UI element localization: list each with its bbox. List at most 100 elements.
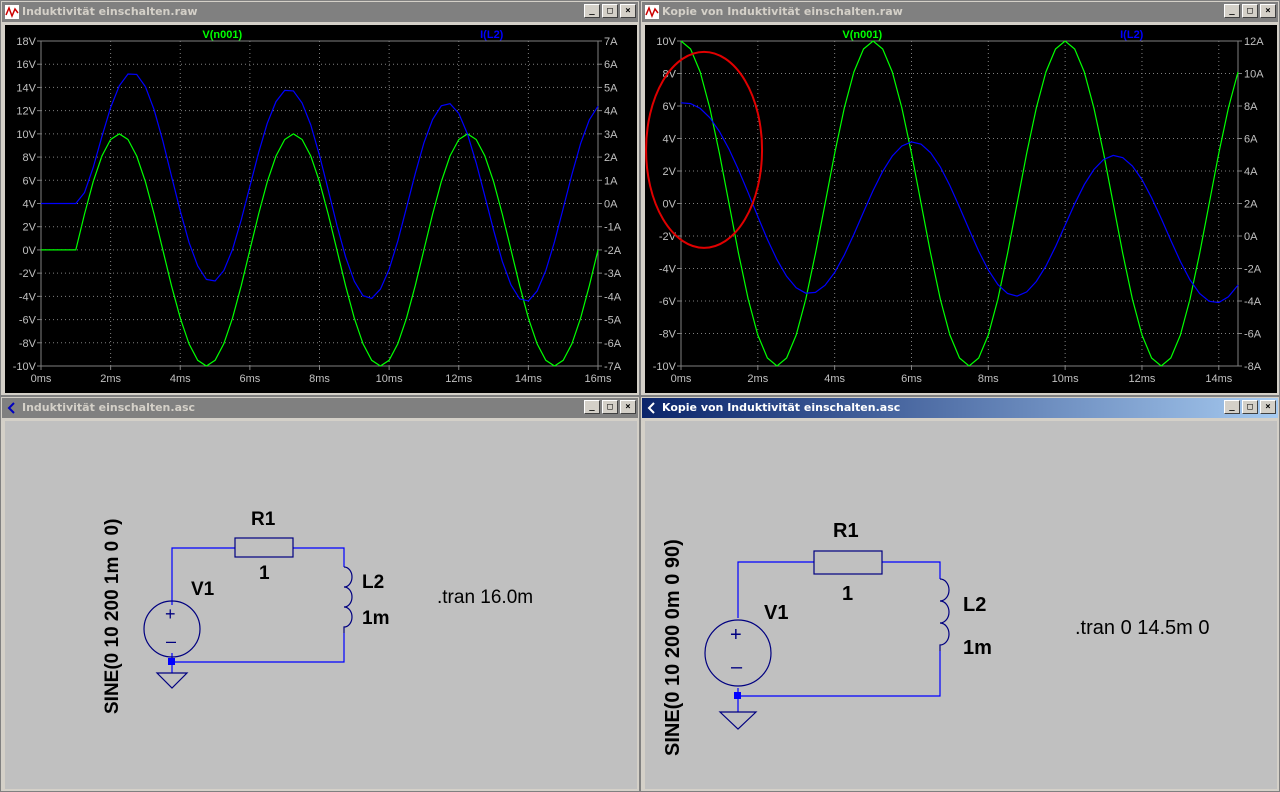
y-right-tick-label: 3A bbox=[604, 129, 618, 141]
maximize-button[interactable]: □ bbox=[1242, 4, 1258, 18]
plot-window-right[interactable]: Kopie von Induktivität einschalten.raw _… bbox=[640, 0, 1280, 396]
y-left-tick-label: 0V bbox=[663, 199, 677, 211]
window-titlebar[interactable]: Induktivität einschalten.asc _ □ × bbox=[2, 398, 638, 418]
source-name: V1 bbox=[191, 579, 215, 600]
trace-label-current[interactable]: I(L2) bbox=[480, 29, 504, 41]
plus-sign: + bbox=[730, 624, 742, 646]
x-tick-label: 2ms bbox=[747, 373, 768, 385]
minimize-button[interactable]: _ bbox=[1224, 400, 1240, 414]
y-right-tick-label: -7A bbox=[604, 361, 622, 373]
x-tick-label: 8ms bbox=[309, 373, 330, 385]
x-tick-label: 14ms bbox=[515, 373, 542, 385]
window-title: Kopie von Induktivität einschalten.asc bbox=[662, 401, 901, 414]
y-left-tick-label: 10V bbox=[16, 129, 36, 141]
maximize-button[interactable]: □ bbox=[602, 4, 618, 18]
close-button[interactable]: × bbox=[1260, 4, 1276, 18]
close-button[interactable]: × bbox=[620, 400, 636, 414]
schematic-icon bbox=[7, 402, 15, 414]
y-right-tick-label: -4A bbox=[1244, 296, 1262, 308]
waveform-plot[interactable]: 18V 16V 14V 12V 10V 8V 6V 4V 2V 0V -2V -4V -6V -8V -10… bbox=[5, 25, 637, 393]
y-right-tick-label: 6A bbox=[604, 59, 618, 71]
x-tick-label: 14ms bbox=[1205, 373, 1232, 385]
close-button[interactable]: × bbox=[1260, 400, 1276, 414]
maximize-button[interactable]: □ bbox=[1242, 400, 1258, 414]
resistor-r1[interactable] bbox=[234, 537, 294, 558]
y-right-tick-label: -6A bbox=[1244, 329, 1262, 341]
y-left-tick-label: 12V bbox=[16, 106, 36, 118]
plot-window-left[interactable]: Induktivität einschalten.raw _ □ × 18V 16… bbox=[0, 0, 640, 396]
x-tick-label: 0ms bbox=[671, 373, 692, 385]
resistor-value: 1 bbox=[259, 563, 270, 584]
schematic-window-right[interactable]: Kopie von Induktivität einschalten.asc _… bbox=[640, 396, 1280, 792]
plus-sign: + bbox=[165, 604, 176, 624]
resistor-name: R1 bbox=[833, 520, 859, 542]
schematic-canvas[interactable]: + – R1 1 L2 1m V1 SINE(0 10 200 0m 0 90)… bbox=[645, 421, 1277, 789]
y-left-tick-label: 2V bbox=[663, 166, 677, 178]
maximize-button[interactable]: □ bbox=[602, 400, 618, 414]
resistor-r1[interactable] bbox=[813, 550, 883, 575]
source-spec[interactable]: SINE(0 10 200 0m 0 90) bbox=[662, 539, 684, 756]
x-tick-label: 4ms bbox=[824, 373, 845, 385]
schematic-icon bbox=[647, 402, 655, 414]
schematic-canvas[interactable]: + – R1 1 L2 1m V1 SINE(0 10 200 1m 0 0) … bbox=[5, 421, 637, 789]
x-tick-label: 6ms bbox=[239, 373, 260, 385]
wire[interactable] bbox=[293, 547, 345, 567]
y-left-tick-label: -8V bbox=[659, 329, 677, 341]
y-left-tick-label: 14V bbox=[16, 82, 36, 94]
x-tick-label: 8ms bbox=[978, 373, 999, 385]
y-right-tick-label: 10A bbox=[1244, 69, 1264, 81]
x-tick-label: 12ms bbox=[1129, 373, 1156, 385]
y-left-tick-label: 10V bbox=[656, 36, 676, 48]
minimize-button[interactable]: _ bbox=[584, 400, 600, 414]
y-right-tick-label: -5A bbox=[604, 315, 622, 327]
x-tick-label: 6ms bbox=[901, 373, 922, 385]
y-left-tick-label: 6V bbox=[663, 101, 677, 113]
window-titlebar[interactable]: Kopie von Induktivität einschalten.asc _… bbox=[642, 398, 1278, 418]
window-title: Induktivität einschalten.raw bbox=[22, 5, 198, 18]
schematic-window-left[interactable]: Induktivität einschalten.asc _ □ × + – R… bbox=[0, 396, 640, 792]
x-tick-label: 10ms bbox=[1052, 373, 1079, 385]
y-left-tick-label: -4V bbox=[19, 291, 37, 303]
minus-sign: – bbox=[731, 656, 743, 678]
ground-symbol[interactable] bbox=[718, 711, 758, 730]
window-titlebar[interactable]: Induktivität einschalten.raw _ □ × bbox=[2, 2, 638, 22]
inductor-l2[interactable] bbox=[939, 578, 950, 651]
waveform-icon bbox=[645, 5, 659, 19]
y-right-tick-label: 4A bbox=[604, 106, 618, 118]
wire[interactable] bbox=[882, 561, 941, 579]
waveform-icon bbox=[5, 5, 19, 19]
y-left-tick-label: -6V bbox=[19, 315, 37, 327]
window-title: Kopie von Induktivität einschalten.raw bbox=[662, 5, 903, 18]
y-left-tick-label: -10V bbox=[13, 361, 37, 373]
y-right-tick-label: 7A bbox=[604, 36, 618, 48]
y-right-tick-label: -3A bbox=[604, 268, 622, 280]
spice-directive[interactable]: .tran 0 14.5m 0 bbox=[1075, 617, 1210, 639]
source-name: V1 bbox=[764, 602, 788, 624]
minimize-button[interactable]: _ bbox=[584, 4, 600, 18]
x-tick-label: 4ms bbox=[170, 373, 191, 385]
wire[interactable] bbox=[171, 633, 345, 663]
node-junction[interactable] bbox=[734, 692, 741, 699]
wire[interactable] bbox=[737, 651, 941, 697]
y-right-tick-label: 6A bbox=[1244, 134, 1258, 146]
trace-label-current[interactable]: I(L2) bbox=[1120, 29, 1144, 41]
y-right-tick-label: 0A bbox=[604, 199, 618, 211]
node-junction[interactable] bbox=[168, 658, 175, 665]
y-left-tick-label: -4V bbox=[659, 264, 677, 276]
y-left-tick-label: 18V bbox=[16, 36, 36, 48]
window-titlebar[interactable]: Kopie von Induktivität einschalten.raw _… bbox=[642, 2, 1278, 22]
y-right-tick-label: 8A bbox=[1244, 101, 1258, 113]
minimize-button[interactable]: _ bbox=[1224, 4, 1240, 18]
inductor-l2[interactable] bbox=[343, 566, 353, 633]
minus-sign: – bbox=[166, 631, 176, 651]
waveform-plot[interactable]: 10V8V6V4V2V0V-2V-4V-6V-8V-10V12A10A8A6A4… bbox=[645, 25, 1277, 393]
x-tick-label: 12ms bbox=[445, 373, 472, 385]
spice-directive[interactable]: .tran 16.0m bbox=[437, 587, 533, 608]
y-left-tick-label: 8V bbox=[23, 152, 37, 164]
trace-label-voltage[interactable]: V(n001) bbox=[202, 29, 242, 41]
source-spec[interactable]: SINE(0 10 200 1m 0 0) bbox=[102, 519, 123, 714]
trace-label-voltage[interactable]: V(n001) bbox=[842, 29, 882, 41]
y-right-tick-label: 2A bbox=[1244, 199, 1258, 211]
ground-symbol[interactable] bbox=[155, 672, 189, 689]
close-button[interactable]: × bbox=[620, 4, 636, 18]
